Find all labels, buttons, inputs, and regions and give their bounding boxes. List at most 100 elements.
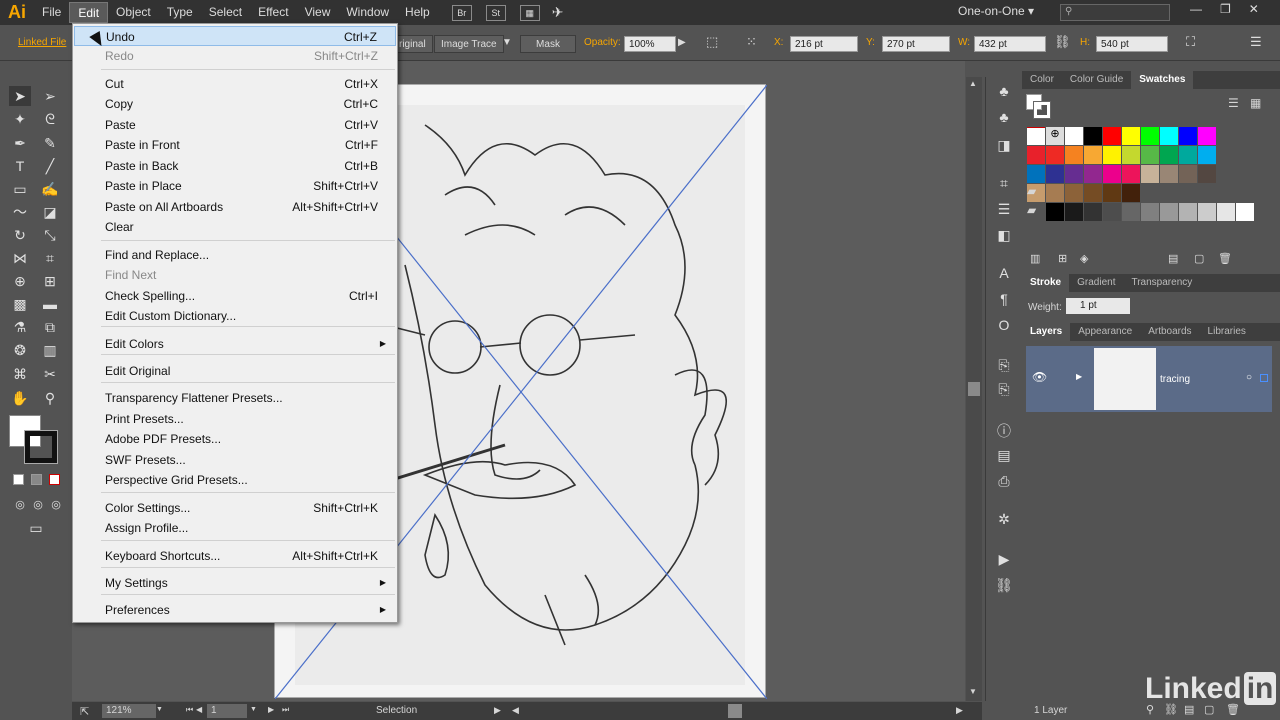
visibility-eye-icon[interactable]: 👁 bbox=[1032, 370, 1047, 384]
menu-item-paste-on-all-artboards[interactable]: Paste on All Artboards Alt+Shift+Ctrl+V bbox=[74, 197, 396, 217]
scale-tool-icon[interactable]: ⤡ bbox=[39, 225, 61, 245]
color-swatch[interactable] bbox=[1198, 127, 1216, 145]
menu-item-transparency-flattener-presets[interactable]: Transparency Flattener Presets... bbox=[74, 388, 396, 408]
color-swatch[interactable] bbox=[1122, 165, 1140, 183]
horizontal-scroll-thumb[interactable] bbox=[728, 704, 742, 718]
w-field[interactable]: 432 pt bbox=[974, 36, 1046, 52]
restore-icon[interactable]: ❐ bbox=[1220, 2, 1231, 16]
color-swatch[interactable] bbox=[1046, 184, 1064, 202]
tab-layers[interactable]: Layers bbox=[1022, 323, 1071, 341]
tab-transparency[interactable]: Transparency bbox=[1123, 274, 1200, 292]
reference-point-icon[interactable]: ⬚ bbox=[706, 34, 718, 50]
document-info-icon[interactable]: ▤ bbox=[994, 447, 1014, 465]
export-panel-icon[interactable]: ⎘ bbox=[994, 381, 1014, 399]
workspace-switcher[interactable]: One-on-One ▾ bbox=[958, 4, 1034, 18]
menu-item-redo[interactable]: Redo Shift+Ctrl+Z bbox=[74, 46, 396, 66]
mesh-tool-icon[interactable]: ▩ bbox=[9, 294, 31, 314]
color-swatch[interactable] bbox=[1122, 203, 1140, 221]
color-swatch[interactable] bbox=[1141, 203, 1159, 221]
slice-tool-icon[interactable]: ✂ bbox=[39, 364, 61, 384]
selection-indicator-icon[interactable] bbox=[1260, 374, 1268, 382]
color-swatch[interactable] bbox=[1198, 203, 1216, 221]
y-field[interactable]: 270 pt bbox=[882, 36, 950, 52]
actions-panel-icon[interactable]: ▶ bbox=[994, 551, 1014, 569]
magic-wand-tool-icon[interactable]: ✦ bbox=[9, 109, 31, 129]
links-chain-icon[interactable]: ⛓ bbox=[994, 577, 1014, 595]
blend-tool-icon[interactable]: ⧉ bbox=[39, 317, 61, 337]
opacity-arrow-icon[interactable]: ▶ bbox=[678, 37, 686, 48]
status-menu-icon[interactable]: ▶ bbox=[494, 705, 501, 716]
control-menu-icon[interactable]: ☰ bbox=[1250, 34, 1262, 50]
color-swatch[interactable] bbox=[1198, 146, 1216, 164]
layer-row-tracing[interactable]: 👁 ▶ tracing ○ bbox=[1026, 346, 1272, 412]
vertical-scroll-thumb[interactable] bbox=[968, 382, 980, 396]
paragraph-panel-icon[interactable]: ¶ bbox=[994, 291, 1014, 309]
column-graph-tool-icon[interactable]: ▥ bbox=[39, 340, 61, 360]
tab-color-guide[interactable]: Color Guide bbox=[1062, 71, 1131, 89]
character-panel-icon[interactable]: A bbox=[994, 265, 1014, 283]
menu-select[interactable]: Select bbox=[201, 2, 250, 23]
new-color-group-icon[interactable]: ▤ bbox=[1168, 252, 1178, 265]
tab-artboards[interactable]: Artboards bbox=[1140, 323, 1199, 341]
color-swatch[interactable] bbox=[1065, 127, 1083, 145]
previous-artboard-icon[interactable]: ◀ bbox=[196, 705, 202, 714]
color-swatch[interactable] bbox=[1103, 203, 1121, 221]
free-transform-tool-icon[interactable]: ⌗ bbox=[39, 248, 61, 268]
perspective-grid-tool-icon[interactable]: ⊞ bbox=[39, 271, 61, 291]
selection-tool-icon[interactable]: ➤ bbox=[9, 86, 31, 106]
draw-inside-icon[interactable]: ◎ bbox=[45, 494, 67, 514]
stock-button[interactable]: St bbox=[485, 4, 506, 21]
rotate-tool-icon[interactable]: ↻ bbox=[9, 225, 31, 245]
tab-gradient[interactable]: Gradient bbox=[1069, 274, 1123, 292]
swatch-libraries-icon[interactable]: ▥ bbox=[1030, 252, 1040, 265]
tab-libraries[interactable]: Libraries bbox=[1200, 323, 1254, 341]
color-swatch[interactable] bbox=[1046, 165, 1064, 183]
h-field[interactable]: 540 pt bbox=[1096, 36, 1168, 52]
asset-export-icon[interactable]: ⎘ bbox=[994, 357, 1014, 375]
menu-item-keyboard-shortcuts[interactable]: Keyboard Shortcuts... Alt+Shift+Ctrl+K bbox=[74, 546, 396, 566]
bridge-button[interactable]: Br bbox=[451, 4, 472, 21]
color-swatch[interactable] bbox=[1065, 203, 1083, 221]
target-icon[interactable]: ○ bbox=[1246, 372, 1252, 383]
color-swatch[interactable] bbox=[1122, 146, 1140, 164]
artboard-number-field[interactable]: 1 bbox=[207, 704, 247, 718]
color-swatch[interactable] bbox=[1160, 203, 1178, 221]
color-swatch[interactable] bbox=[1160, 127, 1178, 145]
last-artboard-icon[interactable]: ⏭ bbox=[282, 705, 289, 715]
menu-item-paste[interactable]: Paste Ctrl+V bbox=[74, 115, 396, 135]
color-swatch[interactable] bbox=[1122, 127, 1140, 145]
linked-file-link[interactable]: Linked File bbox=[18, 37, 66, 48]
shape-builder-tool-icon[interactable]: ⊕ bbox=[9, 271, 31, 291]
direct-selection-tool-icon[interactable]: ➢ bbox=[39, 86, 61, 106]
scroll-right-icon[interactable]: ▶ bbox=[956, 705, 963, 716]
scroll-left-icon[interactable]: ◀ bbox=[512, 705, 519, 716]
menu-item-color-settings[interactable]: Color Settings... Shift+Ctrl+K bbox=[74, 498, 396, 518]
search-input[interactable]: ⚲ bbox=[1060, 4, 1170, 21]
color-swatch[interactable] bbox=[1141, 165, 1159, 183]
color-swatch[interactable] bbox=[1103, 127, 1121, 145]
color-swatch[interactable] bbox=[1179, 127, 1197, 145]
menu-item-cut[interactable]: Cut Ctrl+X bbox=[74, 74, 396, 94]
color-swatch[interactable] bbox=[1103, 165, 1121, 183]
minimize-icon[interactable]: — bbox=[1190, 2, 1202, 16]
color-swatch[interactable] bbox=[1103, 184, 1121, 202]
menu-item-perspective-grid-presets[interactable]: Perspective Grid Presets... bbox=[74, 470, 396, 490]
menu-item-edit-colors[interactable]: Edit Colors ▶ bbox=[74, 334, 396, 354]
screen-mode-icon[interactable]: ▭ bbox=[25, 518, 47, 538]
menu-edit[interactable]: Edit bbox=[69, 2, 109, 23]
menu-file[interactable]: File bbox=[34, 2, 69, 23]
reference-grid-icon[interactable]: ⁙ bbox=[746, 34, 757, 50]
symbol-sprayer-tool-icon[interactable]: ❂ bbox=[9, 340, 31, 360]
pathfinder-panel-icon[interactable]: ◧ bbox=[994, 227, 1014, 245]
color-swatch[interactable] bbox=[1084, 146, 1102, 164]
color-group-folder-icon[interactable]: ▰ bbox=[1027, 184, 1036, 198]
transform-icon[interactable]: ⛶ bbox=[1186, 34, 1195, 50]
stroke-weight-field[interactable]: 1 pt bbox=[1066, 298, 1130, 314]
info-panel-icon[interactable]: ⓘ bbox=[994, 421, 1014, 439]
menu-help[interactable]: Help bbox=[397, 2, 438, 23]
width-tool-icon[interactable]: ⋈ bbox=[9, 248, 31, 268]
tab-stroke[interactable]: Stroke bbox=[1022, 274, 1070, 292]
color-swatch[interactable] bbox=[1198, 165, 1216, 183]
mask-button[interactable]: Mask bbox=[520, 35, 576, 53]
layer-name[interactable]: tracing bbox=[1160, 374, 1190, 385]
